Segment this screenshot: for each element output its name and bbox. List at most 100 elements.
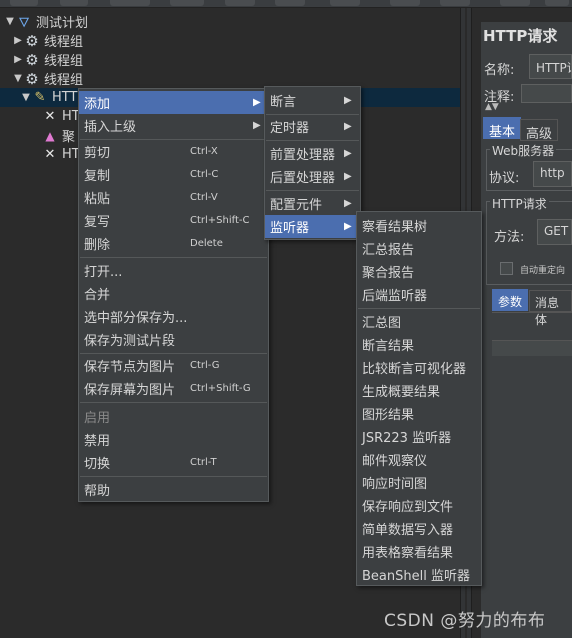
submenu-arrow-icon: ▶ xyxy=(253,120,261,131)
protocol-label: 协议: xyxy=(489,171,520,186)
menu-item-assertion-results[interactable]: 断言结果 xyxy=(357,333,481,356)
menu-item-view-results-tree[interactable]: 察看结果树 xyxy=(357,214,481,237)
menu-item-insert-parent[interactable]: 插入上级 ▶ xyxy=(79,114,268,137)
shortcut-label: Delete xyxy=(190,238,223,249)
http-request-editor xyxy=(481,22,572,638)
listener-submenu: 察看结果树 汇总报告 聚合报告 后端监听器 汇总图 断言结果 比较断言可视化器 … xyxy=(356,211,482,586)
menu-item-merge[interactable]: 合并 xyxy=(79,282,268,305)
collapse-arrows-icon[interactable]: ▲▼ xyxy=(485,102,499,112)
menu-separator xyxy=(80,257,267,258)
menu-item-paste[interactable]: 粘贴 Ctrl-V xyxy=(79,186,268,209)
tree-node-assertion[interactable]: ✕ HT xyxy=(42,107,80,126)
toolbar-button[interactable] xyxy=(390,0,420,6)
menu-item-save-node-as-image[interactable]: 保存节点为图片 Ctrl-G xyxy=(79,354,268,377)
menu-item-aggregate-graph[interactable]: 汇总图 xyxy=(357,310,481,333)
menu-item-mailer-visualizer[interactable]: 邮件观察仪 xyxy=(357,448,481,471)
menu-item-summary-report[interactable]: 汇总报告 xyxy=(357,237,481,260)
submenu-arrow-icon: ▶ xyxy=(253,97,261,108)
toolbar-button[interactable] xyxy=(330,0,360,6)
menu-item-delete[interactable]: 删除 Delete xyxy=(79,232,268,255)
menu-item-copy[interactable]: 复制 Ctrl-C xyxy=(79,163,268,186)
add-submenu: 断言 ▶ 定时器 ▶ 前置处理器 ▶ 后置处理器 ▶ 配置元件 ▶ 监听器 ▶ xyxy=(264,86,361,240)
toolbar-button[interactable] xyxy=(500,0,530,6)
toolbar-button[interactable] xyxy=(110,0,150,6)
http-request-section-title: HTTP请求 xyxy=(490,195,549,212)
menu-item-save-selection-as[interactable]: 选中部分保存为... xyxy=(79,305,268,328)
gear-icon: ⚙ xyxy=(25,31,39,50)
menu-item-backend-listener[interactable]: 后端监听器 xyxy=(357,283,481,306)
method-label: 方法: xyxy=(494,230,525,245)
menu-item-add[interactable]: 添加 ▶ xyxy=(79,91,268,114)
menu-item-jsr223-listener[interactable]: JSR223 监听器 xyxy=(357,425,481,448)
collapse-toggle-icon[interactable]: ▶ xyxy=(12,35,24,46)
tree-node-assertion[interactable]: ✕ HT xyxy=(42,145,80,164)
menu-item-config-elements[interactable]: 配置元件 ▶ xyxy=(265,192,360,215)
tab-advanced[interactable]: 高级 xyxy=(520,119,559,142)
menu-item-help[interactable]: 帮助 xyxy=(79,478,268,501)
pen-icon: ✎ xyxy=(34,90,46,105)
menu-item-pre-processors[interactable]: 前置处理器 ▶ xyxy=(265,142,360,165)
menu-item-aggregate-report[interactable]: 聚合报告 xyxy=(357,260,481,283)
menu-item-comparison-assertion-visualizer[interactable]: 比较断言可视化器 xyxy=(357,356,481,379)
tree-node-label: HTT xyxy=(52,90,78,105)
menu-item-duplicate[interactable]: 复写 Ctrl+Shift-C xyxy=(79,209,268,232)
tree-node-label: 线程组 xyxy=(44,54,84,69)
menu-item-enable: 启用 xyxy=(84,411,111,426)
assertion-cross-icon: ✕ xyxy=(44,109,56,124)
menu-item-view-results-in-table[interactable]: 用表格察看结果 xyxy=(357,540,481,563)
gear-icon: ⚙ xyxy=(25,69,39,88)
comment-field[interactable] xyxy=(521,84,572,103)
menu-item-post-processors[interactable]: 后置处理器 ▶ xyxy=(265,165,360,188)
menu-item-assertions[interactable]: 断言 ▶ xyxy=(265,89,360,112)
toolbar-button[interactable] xyxy=(275,0,305,6)
menu-separator xyxy=(80,402,267,403)
toolbar-button[interactable] xyxy=(545,0,569,6)
name-field[interactable]: HTTP请 xyxy=(529,54,572,79)
tab-body-data[interactable]: 消息体 xyxy=(529,290,572,327)
menu-item-save-screen-as-image[interactable]: 保存屏幕为图片 Ctrl+Shift-G xyxy=(79,377,268,400)
shortcut-label: Ctrl-T xyxy=(190,457,217,468)
menu-item-disable[interactable]: 禁用 xyxy=(79,428,268,451)
expand-toggle-icon[interactable]: ▼ xyxy=(4,16,16,27)
menu-item-open[interactable]: 打开... xyxy=(79,259,268,282)
collapse-toggle-icon[interactable]: ▶ xyxy=(12,54,24,65)
toolbar-button[interactable] xyxy=(440,0,470,6)
tree-node-label: 测试计划 xyxy=(36,16,89,31)
tree-node-thread-group[interactable]: ▶ ⚙ 线程组 xyxy=(12,50,84,70)
divider xyxy=(492,312,572,313)
menu-item-simple-data-writer[interactable]: 简单数据写入器 xyxy=(357,517,481,540)
tree-node-thread-group[interactable]: ▶ ⚙ 线程组 xyxy=(12,31,83,51)
menu-item-save-responses-to-file[interactable]: 保存响应到文件 xyxy=(357,494,481,517)
redirect-checkbox[interactable] xyxy=(500,262,513,275)
tree-node-thread-group[interactable]: ▼ ⚙ 线程组 xyxy=(12,69,84,89)
submenu-arrow-icon: ▶ xyxy=(344,121,352,132)
menu-item-toggle[interactable]: 切换 Ctrl-T xyxy=(79,451,268,474)
toolbar-button[interactable] xyxy=(170,0,204,6)
tab-basic[interactable]: 基本 xyxy=(483,117,522,140)
tree-node-http-request[interactable]: ▼ ✎ HTT xyxy=(20,88,77,107)
menu-separator xyxy=(80,476,267,477)
menu-item-timers[interactable]: 定时器 ▶ xyxy=(265,115,360,138)
tree-node-aggregate-report[interactable]: ▲ 聚 xyxy=(42,126,76,146)
tree-node-label: 线程组 xyxy=(44,73,84,88)
tab-parameters[interactable]: 参数 xyxy=(492,289,529,311)
menu-item-cut[interactable]: 剪切 Ctrl-X xyxy=(79,140,268,163)
method-select[interactable]: GET xyxy=(537,219,572,245)
toolbar-button[interactable] xyxy=(60,0,88,6)
tree-node-test-plan[interactable]: ▼ 🜄 测试计划 xyxy=(4,12,89,32)
menu-item-listeners[interactable]: 监听器 ▶ xyxy=(265,215,360,238)
menu-item-save-as-test-fragment[interactable]: 保存为测试片段 xyxy=(79,328,268,351)
menu-item-beanshell-listener[interactable]: BeanShell 监听器 xyxy=(357,563,481,586)
toolbar xyxy=(0,0,572,8)
expand-toggle-icon[interactable]: ▼ xyxy=(12,73,24,84)
toolbar-button[interactable] xyxy=(10,0,38,6)
toolbar-button[interactable] xyxy=(225,0,255,6)
menu-item-response-time-graph[interactable]: 响应时间图 xyxy=(357,471,481,494)
protocol-field[interactable]: http xyxy=(533,161,572,187)
shortcut-label: Ctrl-X xyxy=(190,146,218,157)
expand-toggle-icon[interactable]: ▼ xyxy=(20,92,32,103)
tree-node-label: 聚 xyxy=(62,130,76,145)
menu-separator xyxy=(266,140,359,141)
menu-item-graph-results[interactable]: 图形结果 xyxy=(357,402,481,425)
menu-item-generate-summary-results[interactable]: 生成概要结果 xyxy=(357,379,481,402)
